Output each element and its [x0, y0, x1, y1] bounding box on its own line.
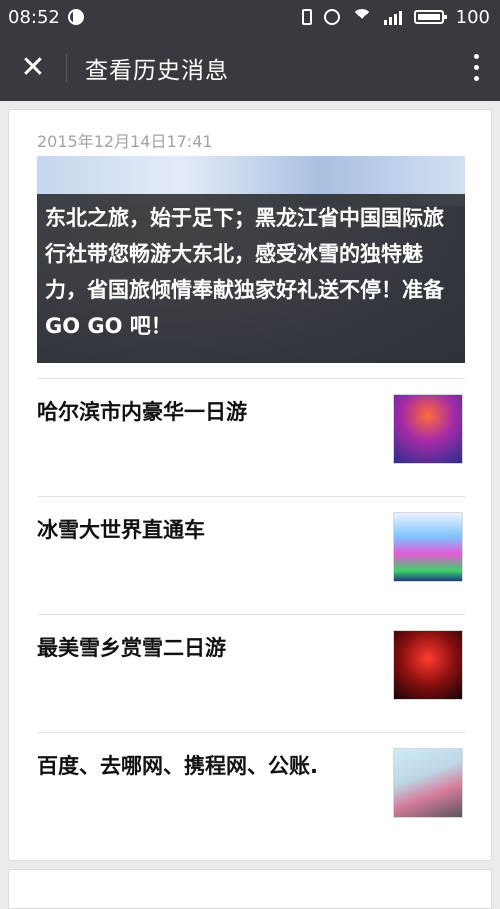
article-thumbnail: [393, 394, 463, 464]
title-divider: [66, 53, 67, 82]
battery-level: 100: [455, 6, 490, 28]
hero-caption: 东北之旅，始于足下；黑龙江省中国国际旅行社带您畅游大东北，感受冰雪的独特魅力，省…: [37, 194, 465, 363]
close-button[interactable]: ✕: [0, 34, 66, 101]
article-item[interactable]: 冰雪大世界直通车: [37, 496, 465, 614]
article-title: 哈尔滨市内豪华一日游: [37, 400, 247, 424]
message-date: 2015年12月14日17:41: [37, 132, 213, 151]
article-thumbnail: [393, 512, 463, 582]
vibrate-icon: [301, 9, 312, 25]
wifi-icon: [352, 9, 372, 25]
page-title: 查看历史消息: [85, 57, 229, 84]
title-bar: ✕ 查看历史消息: [0, 34, 500, 101]
do-not-disturb-icon: [67, 9, 84, 25]
next-message-card: [8, 869, 492, 909]
status-bar: 08:52 100: [0, 0, 500, 34]
article-item[interactable]: 百度、去哪网、携程网、公账.: [37, 732, 465, 850]
hero-article[interactable]: 东北之旅，始于足下；黑龙江省中国国际旅行社带您畅游大东北，感受冰雪的独特魅力，省…: [37, 156, 465, 363]
more-menu-button[interactable]: [472, 54, 480, 81]
alarm-icon: [323, 9, 340, 25]
article-thumbnail: [393, 630, 463, 700]
article-item[interactable]: 哈尔滨市内豪华一日游: [37, 378, 465, 496]
close-icon: ✕: [20, 50, 46, 85]
signal-icon: [383, 9, 402, 25]
status-time: 08:52: [8, 6, 60, 28]
article-title: 百度、去哪网、携程网、公账.: [37, 754, 318, 778]
article-title: 冰雪大世界直通车: [37, 518, 205, 542]
article-item[interactable]: 最美雪乡赏雪二日游: [37, 614, 465, 732]
article-title: 最美雪乡赏雪二日游: [37, 636, 226, 660]
battery-icon: [413, 10, 447, 24]
more-dot-icon: [473, 65, 479, 70]
more-dot-icon: [473, 54, 479, 59]
article-thumbnail: [393, 748, 463, 818]
more-dot-icon: [473, 76, 479, 81]
message-card: 2015年12月14日17:41 东北之旅，始于足下；黑龙江省中国国际旅行社带您…: [8, 109, 492, 861]
